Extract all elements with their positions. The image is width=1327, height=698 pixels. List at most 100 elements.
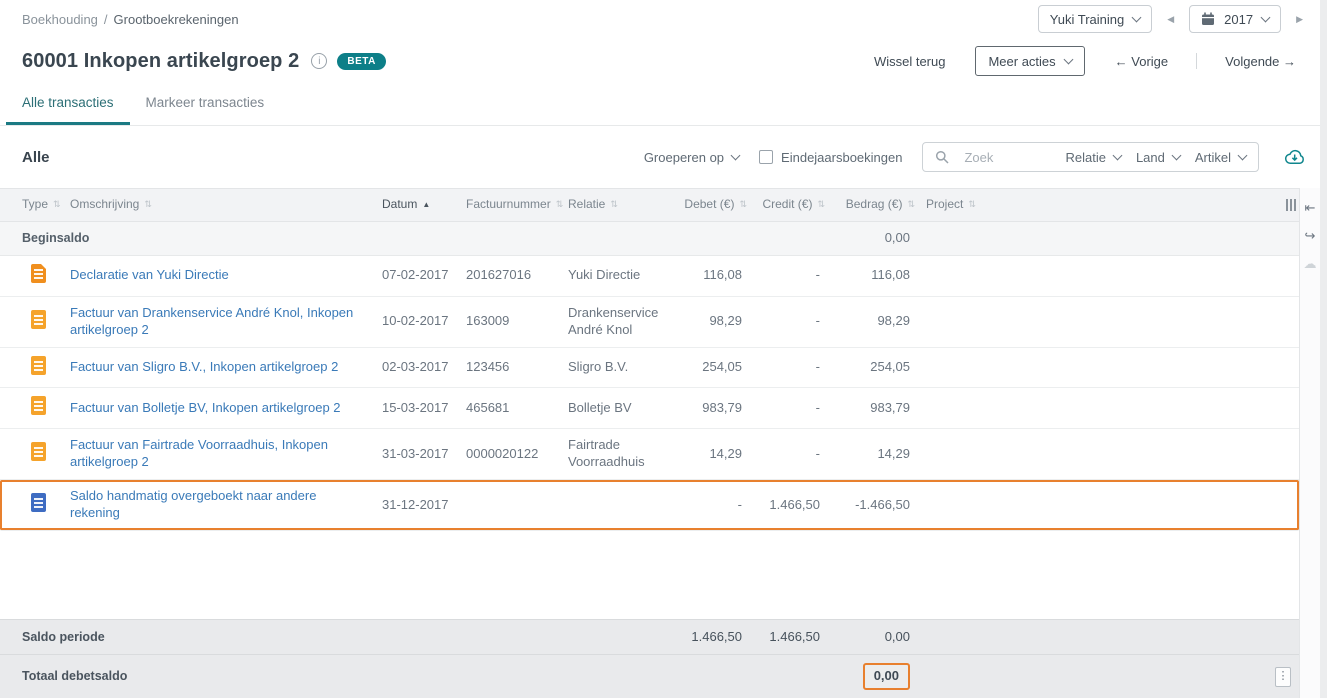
search-input[interactable]	[964, 149, 1051, 165]
eindejaarsboekingen-toggle[interactable]: Eindejaarsboekingen	[759, 150, 902, 165]
transaction-link[interactable]: Factuur van Drankenservice André Knol, I…	[70, 305, 353, 337]
cloud-icon[interactable]: ☁	[1304, 257, 1317, 270]
credit-amount: -	[815, 399, 820, 415]
column-label: Credit (€)	[762, 197, 813, 212]
invoice-document-icon[interactable]	[31, 355, 46, 375]
year-selector[interactable]: 2017	[1189, 5, 1282, 33]
transaction-date: 31-12-2017	[382, 496, 449, 512]
redo-arrow-icon[interactable]: ↪	[1305, 229, 1316, 242]
column-header-bedrag[interactable]: Bedrag (€) ⇅	[828, 189, 918, 221]
breadcrumb: Boekhouding / Grootboekrekeningen	[22, 12, 239, 27]
collapse-panel-icon[interactable]: ⇤	[1305, 201, 1316, 214]
column-label: Type	[22, 197, 49, 212]
groeperen-op-dropdown[interactable]: Groeperen op	[643, 149, 741, 165]
column-settings-cell	[1255, 191, 1299, 219]
breadcrumb-boekhouding[interactable]: Boekhouding	[22, 12, 98, 27]
kebab-menu-icon[interactable]: ⋮	[1275, 666, 1291, 687]
table-row[interactable]: Factuur van Sligro B.V., Inkopen artikel…	[0, 348, 1299, 389]
bedrag-amount: 98,29	[877, 313, 910, 329]
page-scrollbar[interactable]	[1320, 0, 1327, 698]
chevron-down-icon	[1237, 150, 1248, 160]
transaction-date: 07-02-2017	[382, 267, 449, 283]
project-cell	[918, 497, 1255, 513]
bedrag-amount: 254,05	[870, 359, 910, 375]
next-year-button[interactable]: ▶	[1289, 14, 1310, 25]
rows-area: Declaratie van Yuki Directie 07-02-2017 …	[0, 255, 1299, 620]
relatie-filter-label: Relatie	[1065, 149, 1106, 165]
invoice-document-icon[interactable]	[31, 396, 46, 416]
eindejaarsboekingen-checkbox[interactable]	[759, 150, 774, 164]
invoice-document-icon[interactable]	[31, 442, 46, 462]
beginsaldo-row: Beginsaldo 0,00	[0, 222, 1299, 256]
debet-amount: 116,08	[703, 267, 742, 283]
table-row[interactable]: Factuur van Fairtrade Voorraadhuis, Inko…	[0, 429, 1299, 481]
calendar-icon	[1202, 12, 1215, 25]
project-cell	[918, 268, 1255, 284]
chevron-down-icon	[730, 150, 741, 160]
journal-document-icon[interactable]	[31, 493, 46, 513]
transaction-link[interactable]: Declaratie van Yuki Directie	[70, 267, 229, 282]
divider	[1196, 53, 1198, 69]
volgende-button[interactable]: Volgende →	[1225, 54, 1296, 69]
column-header-credit[interactable]: Credit (€) ⇅	[750, 189, 828, 221]
previous-year-button[interactable]: ◀	[1160, 14, 1181, 25]
column-header-factuurnummer[interactable]: Factuurnummer ⇅	[458, 189, 563, 221]
column-header-project[interactable]: Project ⇅	[918, 189, 1255, 221]
relatie-filter-dropdown[interactable]: Relatie	[1065, 149, 1123, 165]
sort-icon: ⇅	[53, 199, 61, 210]
invoice-number	[458, 497, 560, 513]
invoice-number: 201627016	[466, 267, 532, 283]
table-row[interactable]: Factuur van Bolletje BV, Inkopen artikel…	[0, 388, 1299, 430]
invoice-number: 465681	[466, 399, 510, 415]
totaal-debetsaldo-label: Totaal debetsaldo	[22, 669, 128, 684]
wissel-terug-link[interactable]: Wissel terug	[874, 54, 946, 69]
sort-icon: ⇅	[144, 199, 152, 210]
filterbar: Alle Groeperen op Eindejaarsboekingen Re…	[0, 126, 1320, 188]
meer-acties-button[interactable]: Meer acties	[975, 46, 1085, 76]
relation-name: Drankenservice André Knol	[568, 304, 659, 337]
relation-name: Fairtrade Voorraadhuis	[568, 437, 645, 470]
column-header-omschrijving[interactable]: Omschrijving ⇅	[62, 189, 374, 221]
transaction-date: 31-03-2017	[382, 445, 449, 461]
relation-name	[560, 497, 672, 513]
breadcrumb-grootboekrekeningen[interactable]: Grootboekrekeningen	[114, 12, 239, 27]
info-icon[interactable]: i	[311, 53, 328, 69]
transaction-link[interactable]: Factuur van Sligro B.V., Inkopen artikel…	[70, 359, 338, 374]
transaction-link[interactable]: Factuur van Fairtrade Voorraadhuis, Inko…	[70, 437, 328, 469]
vorige-button[interactable]: ← Vorige	[1115, 54, 1168, 69]
tab-alle-transacties[interactable]: Alle transacties	[6, 84, 130, 125]
invoice-number: 0000020122	[466, 445, 539, 461]
relation-name: Bolletje BV	[568, 399, 632, 415]
column-header-debet[interactable]: Debet (€) ⇅	[672, 189, 750, 221]
column-label: Bedrag (€)	[845, 197, 903, 212]
transaction-link[interactable]: Saldo handmatig overgeboekt naar andere …	[70, 488, 316, 520]
column-label: Datum	[382, 197, 418, 212]
beginsaldo-bedrag: 0,00	[884, 230, 910, 245]
table-wrap: Type ⇅ Omschrijving ⇅ Datum ▲ Factuurnum…	[0, 188, 1320, 698]
column-header-datum[interactable]: Datum ▲	[374, 189, 458, 221]
table-row[interactable]: Factuur van Drankenservice André Knol, I…	[0, 297, 1299, 348]
land-filter-dropdown[interactable]: Land	[1135, 149, 1182, 165]
table-row[interactable]: Declaratie van Yuki Directie 07-02-2017 …	[0, 256, 1299, 297]
column-settings-icon[interactable]	[1286, 199, 1296, 211]
breadcrumb-separator: /	[103, 11, 108, 27]
table-row-highlighted[interactable]: Saldo handmatig overgeboekt naar andere …	[0, 480, 1299, 531]
sort-icon: ⇅	[739, 199, 747, 210]
sort-icon: ⇅	[907, 199, 915, 210]
pdf-document-icon[interactable]	[31, 263, 46, 283]
column-header-relatie[interactable]: Relatie ⇅	[560, 189, 672, 221]
credit-amount: 1.466,50	[769, 496, 820, 512]
land-filter-label: Land	[1135, 149, 1165, 165]
transaction-link[interactable]: Factuur van Bolletje BV, Inkopen artikel…	[70, 400, 341, 415]
debet-amount: 14,29	[709, 445, 742, 461]
debet-amount: 983,79	[702, 399, 742, 415]
artikel-filter-dropdown[interactable]: Artikel	[1195, 150, 1248, 165]
credit-amount: -	[815, 267, 820, 283]
cloud-export-icon[interactable]	[1283, 149, 1306, 166]
column-header-type[interactable]: Type ⇅	[0, 189, 62, 221]
tab-markeer-transacties[interactable]: Markeer transacties	[130, 84, 281, 125]
groeperen-op-label: Groeperen op	[643, 149, 725, 165]
administration-selector[interactable]: Yuki Training	[1037, 5, 1153, 33]
credit-amount: -	[815, 445, 820, 461]
invoice-document-icon[interactable]	[31, 309, 46, 329]
